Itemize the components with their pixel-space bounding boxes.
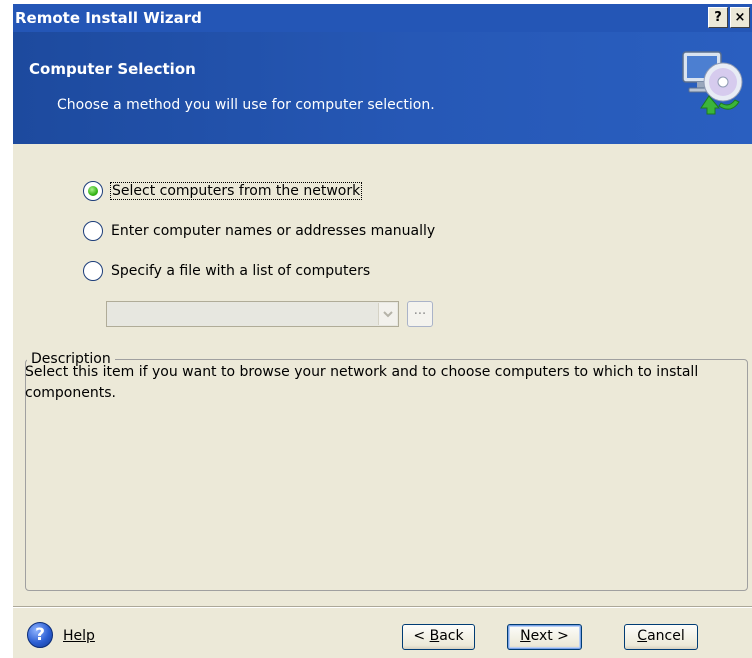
browse-button[interactable]: ... [407,301,433,327]
title-bar: Remote Install Wizard ? × [13,4,752,32]
remote-install-wizard-window: Remote Install Wizard ? × Computer Selec… [13,4,752,658]
footer-divider [13,606,752,608]
back-button[interactable]: < Back [402,624,475,650]
description-text: Select this item if you want to browse y… [25,364,699,401]
option-enter-manually[interactable]: Enter computer names or addresses manual… [83,220,435,242]
option-label: Specify a file with a list of computers [111,263,371,279]
page-subtitle: Choose a method you will use for compute… [57,97,435,113]
option-specify-file[interactable]: Specify a file with a list of computers [83,260,370,282]
help-link[interactable]: Help [63,628,95,644]
wizard-header: Computer Selection Choose a method you w… [13,32,752,144]
option-select-from-network[interactable]: Select computers from the network [83,180,363,202]
chevron-down-icon[interactable] [378,303,397,325]
file-list-combo[interactable] [106,301,399,327]
option-label: Select computers from the network [109,182,363,200]
option-label: Enter computer names or addresses manual… [111,223,436,239]
wizard-content: Select computers from the network Enter … [13,144,752,616]
next-button[interactable]: Next > [507,624,582,650]
cancel-button[interactable]: Cancel [624,624,698,650]
page-title: Computer Selection [29,60,196,78]
window-title: Remote Install Wizard [15,9,202,27]
radio-specify-file[interactable] [83,261,103,281]
computer-cd-icon [682,51,743,115]
close-button[interactable]: × [730,7,750,28]
help-icon[interactable]: ? [27,622,53,648]
radio-enter-manually[interactable] [83,221,103,241]
help-title-button[interactable]: ? [708,7,728,28]
radio-select-from-network[interactable] [83,181,103,201]
